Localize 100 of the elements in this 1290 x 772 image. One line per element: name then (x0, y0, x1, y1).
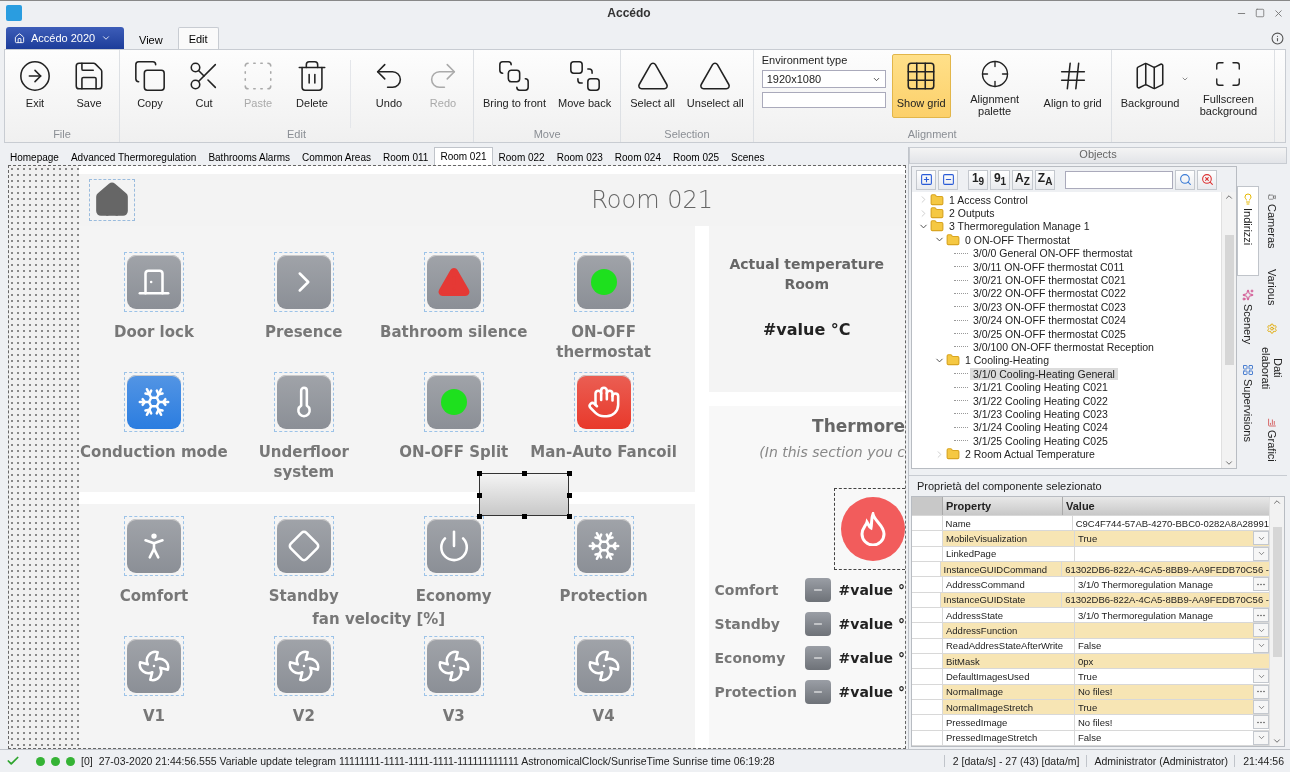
tree-item[interactable]: 3/1/25 Cooling Heating C025 (970, 434, 1111, 447)
ribbon-button[interactable]: Show grid (891, 54, 951, 118)
tree-item[interactable]: 3/1/21 Cooling Heating C021 (970, 381, 1111, 394)
tree-item[interactable]: 3 Thermoregulation Manage 1 (946, 220, 1093, 233)
home-icon[interactable] (89, 179, 135, 221)
page-tab[interactable]: Room 023 (550, 149, 609, 165)
tree-item[interactable]: 2 Outputs (946, 207, 998, 220)
tree-item[interactable]: 3/0/11 ON-OFF thermostat C011 (970, 260, 1128, 273)
ribbon-button[interactable]: Fullscreen background (1186, 54, 1271, 118)
environment-type-dropdown[interactable]: 1920x1080 (761, 70, 886, 88)
scrollbar[interactable] (1221, 192, 1236, 468)
fan-icon[interactable] (276, 639, 331, 693)
page-tab[interactable]: Room 011 (377, 149, 435, 165)
thermometer-icon[interactable] (276, 375, 331, 429)
snowflake-icon[interactable] (126, 375, 181, 429)
ellipsis-button[interactable] (1253, 608, 1269, 623)
expand-all-button[interactable] (916, 169, 936, 190)
ribbon-button[interactable]: Delete (286, 54, 338, 118)
ribbon-button[interactable]: Exit (9, 54, 61, 118)
property-value[interactable]: True (1074, 531, 1269, 546)
ribbon-button[interactable]: Save (63, 54, 115, 118)
ribbon-tab[interactable]: Edit (177, 27, 219, 49)
property-value[interactable]: No files! (1074, 715, 1269, 730)
sort-button[interactable]: A$_{Z}$ (1012, 169, 1033, 190)
tree-item[interactable]: 3/1/22 Cooling Heating C022 (970, 394, 1111, 407)
input-field[interactable] (761, 92, 886, 108)
close-icon[interactable] (1273, 7, 1284, 19)
ribbon-button[interactable]: Select all (625, 54, 680, 118)
mode-button[interactable] (804, 578, 831, 602)
tree-item[interactable]: 0 ON-OFF Thermostat (962, 233, 1073, 246)
tree-item[interactable]: 3/0/23 ON-OFF thermostat C023 (970, 300, 1129, 313)
property-value[interactable]: True (1074, 669, 1269, 684)
tree-item[interactable]: 3/0/100 ON-OFF thermostat Reception (970, 341, 1157, 353)
ribbon-button[interactable]: Undo (363, 54, 415, 118)
restore-icon[interactable] (1255, 7, 1265, 18)
page-tab[interactable]: Room 024 (608, 149, 667, 165)
tree-item[interactable]: 3/0/21 ON-OFF thermostat C021 (970, 274, 1129, 287)
scrollbar[interactable] (1269, 497, 1284, 746)
selected-widget[interactable] (479, 473, 569, 516)
side-tab[interactable]: Grafici (1261, 411, 1283, 469)
scroll-up-icon[interactable] (1224, 192, 1234, 202)
caret-icon[interactable] (1181, 75, 1190, 83)
dropdown-button[interactable] (1253, 623, 1269, 638)
fan-icon[interactable] (426, 639, 481, 693)
page-tab[interactable]: Room 021 (434, 147, 493, 165)
side-tab[interactable]: Cameras (1261, 186, 1283, 256)
tree-item[interactable]: 1 Cooling-Heating (962, 354, 1053, 367)
page-tab[interactable]: Common Areas (296, 149, 377, 165)
person-icon[interactable] (126, 519, 181, 573)
property-value[interactable]: C9C4F744-57AB-4270-BBC0-0282A8A28991 (1071, 516, 1269, 531)
hand-icon[interactable] (576, 375, 631, 429)
ribbon-button[interactable]: Copy (124, 54, 176, 118)
page-tab[interactable]: Room 025 (666, 149, 726, 165)
ellipsis-button[interactable] (1253, 577, 1269, 592)
app-menu-button[interactable]: Accédo 2020 (6, 27, 124, 49)
sort-button[interactable]: 9$_{1}$ (990, 169, 1010, 190)
page-tab[interactable]: Room 022 (492, 149, 551, 165)
ribbon-tab[interactable]: View (128, 29, 174, 49)
page-tab[interactable]: Scenes (725, 149, 771, 165)
scroll-down-icon[interactable] (1224, 458, 1234, 468)
page-tab[interactable]: Advanced Thermoregulation (64, 149, 203, 165)
ribbon-button[interactable]: Move back (553, 54, 617, 118)
sort-button[interactable]: 1$_{9}$ (968, 169, 988, 190)
side-tab[interactable]: Supervisions (1237, 357, 1259, 450)
mode-button[interactable] (804, 612, 831, 636)
ribbon-button[interactable]: Background (1115, 54, 1185, 118)
tree-item[interactable]: 3/1/24 Cooling Heating C024 (970, 421, 1111, 434)
scroll-up-icon[interactable] (1272, 497, 1282, 507)
power-icon[interactable] (426, 519, 481, 573)
dropdown-button[interactable] (1253, 531, 1269, 546)
ellipsis-button[interactable] (1253, 715, 1269, 730)
ribbon-button[interactable]: Align to grid (1038, 54, 1107, 118)
ribbon-button[interactable]: Alignment palette (952, 54, 1037, 118)
ribbon-button[interactable]: Bring to front (478, 54, 551, 118)
tree-item[interactable]: 3/0/0 General ON-OFF thermostat (970, 247, 1136, 260)
dropdown-button[interactable] (1253, 700, 1269, 715)
tree-item[interactable]: 2 Room Actual Temperature (962, 448, 1098, 461)
tree-item[interactable]: 3/1/23 Cooling Heating C023 (970, 407, 1111, 420)
mode-button[interactable] (804, 680, 831, 704)
side-tab[interactable]: Dati elaborati (1261, 316, 1283, 406)
tree-item[interactable]: 3/0/24 ON-OFF thermostat C024 (970, 314, 1129, 327)
side-tab[interactable]: Indirizzi (1237, 186, 1259, 276)
tree-item[interactable]: 3/0/22 ON-OFF thermostat C022 (970, 287, 1129, 300)
door-icon[interactable] (126, 255, 181, 309)
snowflake-icon[interactable] (576, 519, 631, 573)
clear-search-button[interactable] (1197, 169, 1218, 190)
property-value[interactable]: 3/1/0 Thermoregulation Manage (1074, 577, 1269, 592)
ribbon-button[interactable]: Cut (178, 54, 230, 118)
dropdown-button[interactable] (1253, 669, 1269, 684)
info-icon[interactable] (1271, 31, 1284, 45)
page-tab[interactable]: Homepage (4, 149, 65, 165)
tree-item[interactable]: 3/1/0 Cooling-Heating General (970, 367, 1118, 380)
mode-button[interactable] (804, 646, 831, 670)
tree-item[interactable]: 3/0/25 ON-OFF thermostat C025 (970, 327, 1129, 340)
fan-icon[interactable] (126, 639, 181, 693)
search-field[interactable] (1065, 170, 1174, 189)
warning-icon[interactable] (426, 255, 481, 309)
page-tab[interactable]: Bathrooms Alarms (202, 149, 297, 165)
side-tab[interactable]: Various (1261, 261, 1283, 311)
ribbon-button[interactable]: Unselect all (681, 54, 749, 118)
